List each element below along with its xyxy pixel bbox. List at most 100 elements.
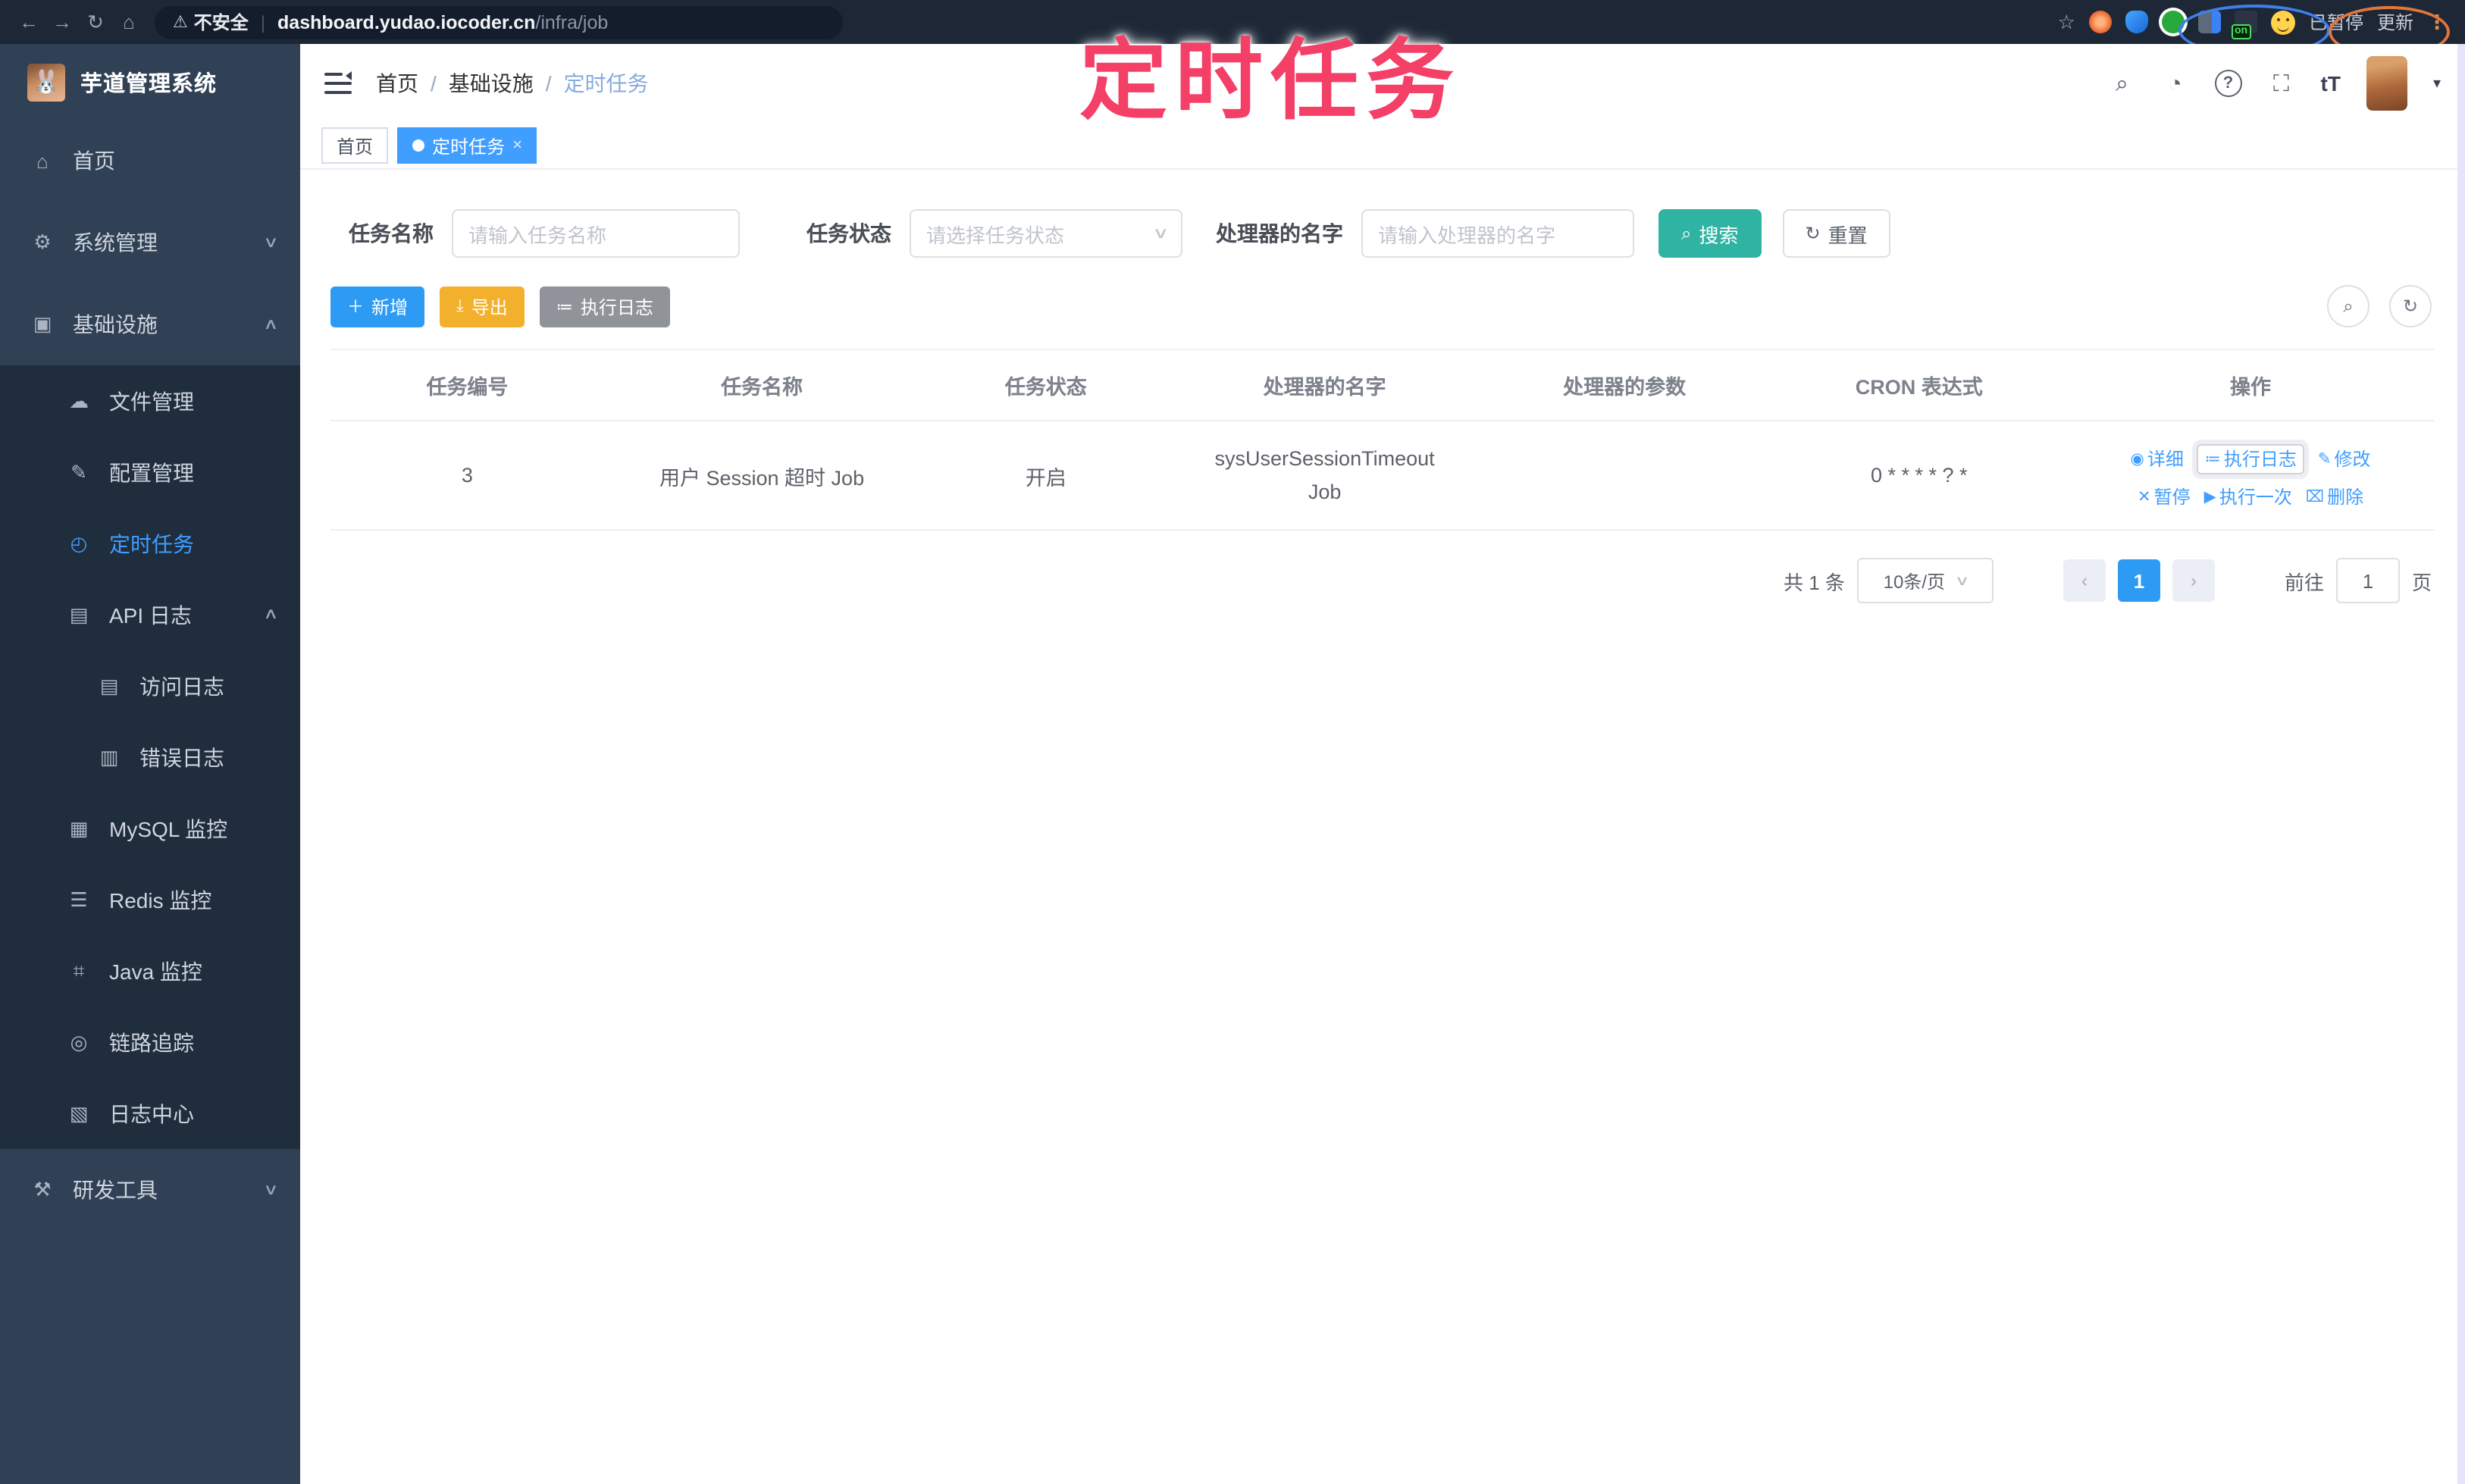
tab-scheduled-job[interactable]: 定时任务 × (397, 127, 537, 164)
sidebar-item-file-manage[interactable]: ☁ 文件管理 (0, 365, 300, 437)
reset-button-icon: ↻ (1805, 223, 1821, 244)
avatar-caret-icon[interactable]: ▾ (2433, 75, 2441, 92)
sidebar-item-label: 定时任务 (109, 531, 194, 556)
col-actions: 操作 (2066, 349, 2435, 421)
sidebar-item-config-manage[interactable]: ✎ 配置管理 (0, 437, 300, 508)
sidebar-collapse-icon[interactable] (324, 71, 352, 94)
goto-page-input[interactable]: 1 (2335, 558, 2400, 604)
help-icon[interactable]: ? (2214, 70, 2242, 97)
current-page-button[interactable]: 1 (2117, 559, 2160, 603)
sidebar-item-label: 日志中心 (109, 1101, 194, 1126)
detail-link[interactable]: ◉ 详细 (2131, 450, 2184, 468)
sidebar-item-label: 访问日志 (139, 674, 224, 698)
user-avatar[interactable] (2366, 56, 2407, 111)
sidebar-item-api-log[interactable]: ▤ API 日志 ∧ (0, 579, 300, 650)
tab-home[interactable]: 首页 (321, 127, 389, 164)
hide-search-button[interactable]: ⌕ (2327, 285, 2369, 327)
emoji-avatar-icon[interactable] (2270, 10, 2295, 34)
sidebar-item-mysql-monitor[interactable]: ▦ MySQL 监控 (0, 793, 300, 864)
update-button[interactable]: 更新 (2377, 9, 2413, 35)
sidebar-item-label: 配置管理 (109, 460, 194, 484)
address-bar[interactable]: ⚠ 不安全 | dashboard.yudao.iocoder.cn /infr… (155, 5, 843, 39)
sidebar-item-label: Redis 监控 (109, 888, 212, 912)
job-status-placeholder: 请选择任务状态 (926, 224, 1065, 246)
pagination: 共 1 条 10条/页 ∨ ‹ 1 › 前往 1 页 (330, 558, 2432, 604)
handler-name-input[interactable]: 请输入处理器的名字 (1361, 209, 1634, 258)
run-once-link[interactable]: ▶ 执行一次 (2204, 488, 2292, 506)
paused-badge[interactable]: 已暂停 (2309, 9, 2363, 35)
edit-link[interactable]: ✎ 修改 (2318, 450, 2371, 468)
sidebar-item-java-monitor[interactable]: ⌗ Java 监控 (0, 935, 300, 1007)
pause-link[interactable]: ✕ 暂停 (2138, 488, 2191, 506)
extension-icon-grid[interactable] (2197, 11, 2221, 33)
jobs-table: 任务编号 任务名称 任务状态 处理器的名字 处理器的参数 CRON 表达式 操作… (330, 349, 2435, 531)
export-button-label: 导出 (471, 296, 508, 318)
security-warning-icon: ⚠ (173, 14, 188, 32)
sidebar-item-trace[interactable]: ◎ 链路追踪 (0, 1007, 300, 1078)
extension-icon-orange[interactable] (2088, 11, 2112, 33)
browser-home-icon[interactable]: ⌂ (112, 11, 146, 33)
page-content: 任务名称 请输入任务名称 任务状态 请选择任务状态 ∨ 处理器的名字 请输入处理… (300, 170, 2465, 1484)
col-handler-name: 处理器的名字 (1172, 349, 1477, 421)
row-exec-log-link[interactable]: ≔ 执行日志 (2197, 444, 2304, 475)
sidebar-item-scheduled-job[interactable]: ◴ 定时任务 (0, 508, 300, 579)
prev-page-button[interactable]: ‹ (2063, 559, 2106, 603)
bookmark-star-icon[interactable]: ☆ (2058, 10, 2075, 34)
exec-log-button[interactable]: ≔ 执行日志 (539, 286, 670, 327)
gear-icon: ⚙ (33, 230, 52, 253)
extension-icon-blue[interactable] (2125, 11, 2148, 33)
browser-extensions-area: ☆ on 已暂停 更新 ⋮ (2058, 5, 2453, 58)
app-logo-row[interactable]: 🐰 芋道管理系统 (0, 44, 300, 120)
breadcrumb-separator: / (545, 71, 552, 95)
breadcrumb-infra[interactable]: 基础设施 (449, 68, 534, 99)
sidebar-item-error-log[interactable]: ▥ 错误日志 (0, 722, 300, 793)
add-button[interactable]: ＋ 新增 (330, 286, 425, 327)
job-name-input[interactable]: 请输入任务名称 (452, 209, 740, 258)
select-chevron-down-icon: ∨ (1954, 572, 1970, 588)
tab-close-icon[interactable]: × (512, 136, 522, 155)
fullscreen-icon[interactable]: ⛶ (2268, 70, 2295, 96)
sidebar-item-log-center[interactable]: ▧ 日志中心 (0, 1078, 300, 1149)
export-button[interactable]: ⤓ 导出 (440, 286, 525, 327)
sidebar-item-redis-monitor[interactable]: ☰ Redis 监控 (0, 864, 300, 935)
sidebar-item-home[interactable]: ⌂ 首页 (0, 120, 300, 202)
x-icon: ✕ (2138, 487, 2151, 506)
reset-button[interactable]: ↻ 重置 (1782, 209, 1890, 258)
search-icon[interactable]: ⌕ (2109, 70, 2136, 96)
extension-icon-list[interactable]: on (2231, 11, 2257, 39)
refresh-table-button[interactable]: ↻ (2389, 285, 2432, 327)
cell-job-name: 用户 Session 超时 Job (603, 421, 920, 531)
handler-name-text: sysUserSessionTimeoutJob (1214, 447, 1435, 503)
download-icon: ⤓ (456, 296, 464, 315)
goto-label: 前往 (2284, 571, 2324, 594)
font-size-icon[interactable]: tT (2321, 71, 2341, 95)
breadcrumb-home[interactable]: 首页 (376, 68, 418, 99)
page-size-select[interactable]: 10条/页 ∨ (1856, 558, 1994, 604)
breadcrumb-separator: / (431, 71, 437, 95)
browser-reload-icon[interactable]: ↻ (79, 10, 112, 34)
sidebar-item-dev-tools[interactable]: ⚒ 研发工具 ∨ (0, 1149, 300, 1231)
extension-icon-green[interactable] (2161, 11, 2185, 33)
page-scrollbar[interactable] (2457, 44, 2465, 1484)
sidebar-item-access-log[interactable]: ▤ 访问日志 (0, 650, 300, 722)
app-frame: 🐰 芋道管理系统 ⌂ 首页 ⚙ 系统管理 ∨ ▣ 基础设施 ∧ ☁ 文件管理 ✎… (0, 44, 2465, 1484)
search-button[interactable]: ⌕ 搜索 (1658, 209, 1762, 258)
actions-line-1: ◉ 详细 ≔ 执行日志 ✎ 修改 (2072, 444, 2429, 475)
cell-job-status: 开启 (919, 421, 1173, 531)
security-label[interactable]: 不安全 (194, 9, 249, 35)
sidebar-item-infra[interactable]: ▣ 基础设施 ∧ (0, 283, 300, 365)
browser-back-icon[interactable]: ← (12, 11, 45, 33)
search-button-label: 搜索 (1699, 224, 1739, 246)
java-monitor-icon: ⌗ (73, 959, 85, 982)
delete-link[interactable]: ⌧ 删除 (2306, 488, 2363, 506)
add-button-label: 新增 (371, 296, 409, 318)
sidebar-item-system[interactable]: ⚙ 系统管理 ∨ (0, 202, 300, 283)
job-status-select[interactable]: 请选择任务状态 ∨ (910, 209, 1182, 258)
github-icon[interactable]: ◔ (2162, 70, 2189, 96)
next-page-button[interactable]: › (2172, 559, 2215, 603)
app-logo: 🐰 (27, 63, 65, 101)
col-job-status: 任务状态 (919, 349, 1173, 421)
browser-forward-icon[interactable]: → (45, 11, 79, 33)
select-chevron-down-icon: ∨ (1151, 225, 1169, 242)
browser-menu-icon[interactable]: ⋮ (2427, 10, 2447, 34)
